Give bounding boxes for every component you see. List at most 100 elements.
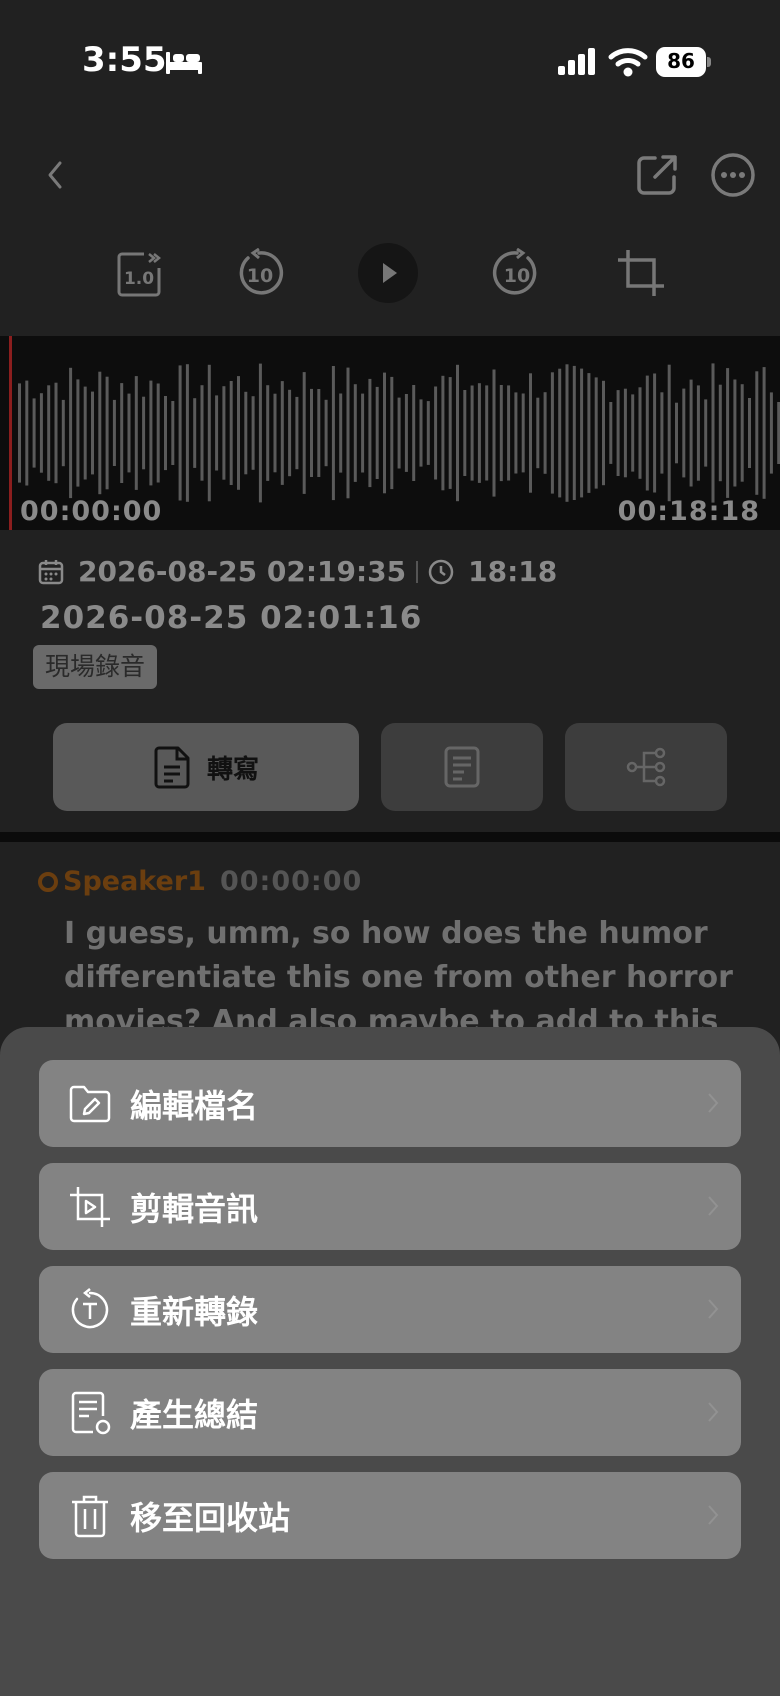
waveform-bar (748, 398, 751, 468)
chevron-right-icon (708, 1402, 719, 1422)
waveform-bar (39, 393, 43, 473)
menu-item-summarize[interactable]: 產生總結 (39, 1369, 741, 1456)
waveform-bar (83, 386, 87, 480)
waveform-bar (193, 398, 197, 468)
speaker-name[interactable]: Speaker1 (63, 866, 206, 897)
summary-view-button[interactable] (381, 723, 543, 811)
waveform-bar (112, 399, 116, 466)
waveform-bar (368, 378, 372, 488)
chevron-right-icon (708, 1299, 719, 1319)
waveform-bar (755, 371, 759, 495)
crop-play-icon (70, 1186, 110, 1227)
waveform-bar (412, 385, 416, 481)
rewind-10-icon[interactable]: 10 (234, 248, 284, 298)
waveform-bar (441, 375, 445, 491)
clock-icon (428, 559, 454, 584)
waveform-bar (434, 386, 438, 480)
waveform-bar (463, 390, 467, 476)
waveform-bar (229, 381, 233, 485)
waveform-bar (280, 381, 284, 485)
waveform-bar (200, 385, 204, 481)
waveform-bar (740, 384, 744, 482)
waveform-bar (638, 387, 642, 479)
speaker-timestamp[interactable]: 00:00:00 (220, 866, 362, 897)
transcript-text[interactable]: I guess, umm, so how does the humor diff… (64, 912, 764, 1044)
waveform-bar (667, 364, 671, 502)
waveform-bar (580, 368, 584, 498)
play-icon (383, 263, 397, 283)
waveform-bar (185, 364, 189, 502)
transcribe-button[interactable]: 轉寫 (53, 723, 359, 811)
waveform-bar (164, 396, 167, 471)
menu-item-move-to-trash[interactable]: 移至回收站 (39, 1472, 741, 1559)
waveform-bar (207, 364, 211, 502)
battery-indicator: 86 (656, 47, 711, 77)
section-divider (0, 832, 780, 842)
battery-level: 86 (667, 49, 695, 73)
back-icon[interactable] (38, 155, 72, 195)
waveform-bar (127, 393, 131, 473)
waveform-bar (32, 398, 36, 468)
crop-icon[interactable] (616, 248, 666, 298)
waveform[interactable]: 00:00:00 00:18:18 (0, 336, 780, 530)
playhead[interactable] (9, 336, 12, 530)
svg-text:10: 10 (504, 265, 530, 287)
waveform-bar (594, 377, 598, 489)
waveform-bar (76, 379, 80, 487)
waveform-bar (558, 368, 562, 498)
waveform-bar (477, 383, 481, 483)
more-options-icon[interactable] (710, 152, 756, 198)
recording-tag: 現場錄音 (33, 645, 158, 689)
waveform-bar (762, 367, 766, 499)
wifi-icon (608, 48, 648, 77)
waveform-bar (653, 373, 657, 493)
svg-text:1.0: 1.0 (124, 269, 154, 289)
waveform-bar (18, 383, 21, 483)
notes-icon (444, 746, 480, 788)
action-sheet: 編輯檔名 剪輯音訊 重新轉錄 產生總結 移至回收站 (0, 1027, 780, 1696)
menu-item-retranscribe[interactable]: 重新轉錄 (39, 1266, 741, 1353)
chevron-right-icon (708, 1093, 719, 1113)
waveform-bar (295, 396, 299, 470)
waveform-bar (726, 368, 730, 498)
meta-divider (416, 560, 419, 583)
waveform-bar (258, 363, 262, 503)
waveform-bar (521, 393, 525, 473)
play-button[interactable] (358, 243, 418, 303)
waveform-bar (98, 371, 102, 495)
waveform-bar (91, 391, 94, 475)
waveform-bar (54, 382, 58, 484)
waveform-bar (704, 399, 708, 467)
waveform-bar (609, 402, 613, 464)
waveform-bar (689, 379, 693, 487)
waveform-bar (682, 388, 686, 478)
menu-item-rename[interactable]: 編輯檔名 (39, 1060, 741, 1147)
waveform-bar (149, 380, 153, 486)
document-icon (154, 746, 190, 789)
recording-meta: 2026-08-25 02:19:35 18:18 (38, 555, 557, 588)
waveform-bar (426, 401, 430, 465)
waveform-bar (485, 385, 489, 481)
waveform-bar (222, 386, 226, 480)
cellular-signal-icon (558, 48, 595, 75)
waveform-bar (361, 393, 365, 473)
waveform-bar (171, 401, 175, 465)
waveform-bar (317, 389, 321, 477)
transcribe-label: 轉寫 (206, 754, 259, 785)
share-icon[interactable] (635, 153, 679, 197)
menu-label-edit-audio: 剪輯音訊 (130, 1189, 259, 1228)
waveform-bar (310, 388, 313, 477)
waveform-bar (572, 365, 576, 500)
recording-title: 2026-08-25 02:01:16 (40, 600, 423, 636)
svg-text:10: 10 (247, 265, 273, 287)
waveform-bar (499, 385, 503, 482)
forward-10-icon[interactable]: 10 (492, 248, 542, 298)
waveform-bar (375, 386, 379, 479)
menu-item-edit-audio[interactable]: 剪輯音訊 (39, 1163, 741, 1250)
waveform-start-time: 00:00:00 (20, 496, 163, 527)
waveform-bar (178, 365, 182, 501)
mindmap-view-button[interactable] (565, 723, 727, 811)
folder-edit-icon (69, 1085, 111, 1122)
playback-speed-icon[interactable]: 1.0 (114, 248, 164, 298)
waveform-bar (675, 402, 678, 464)
